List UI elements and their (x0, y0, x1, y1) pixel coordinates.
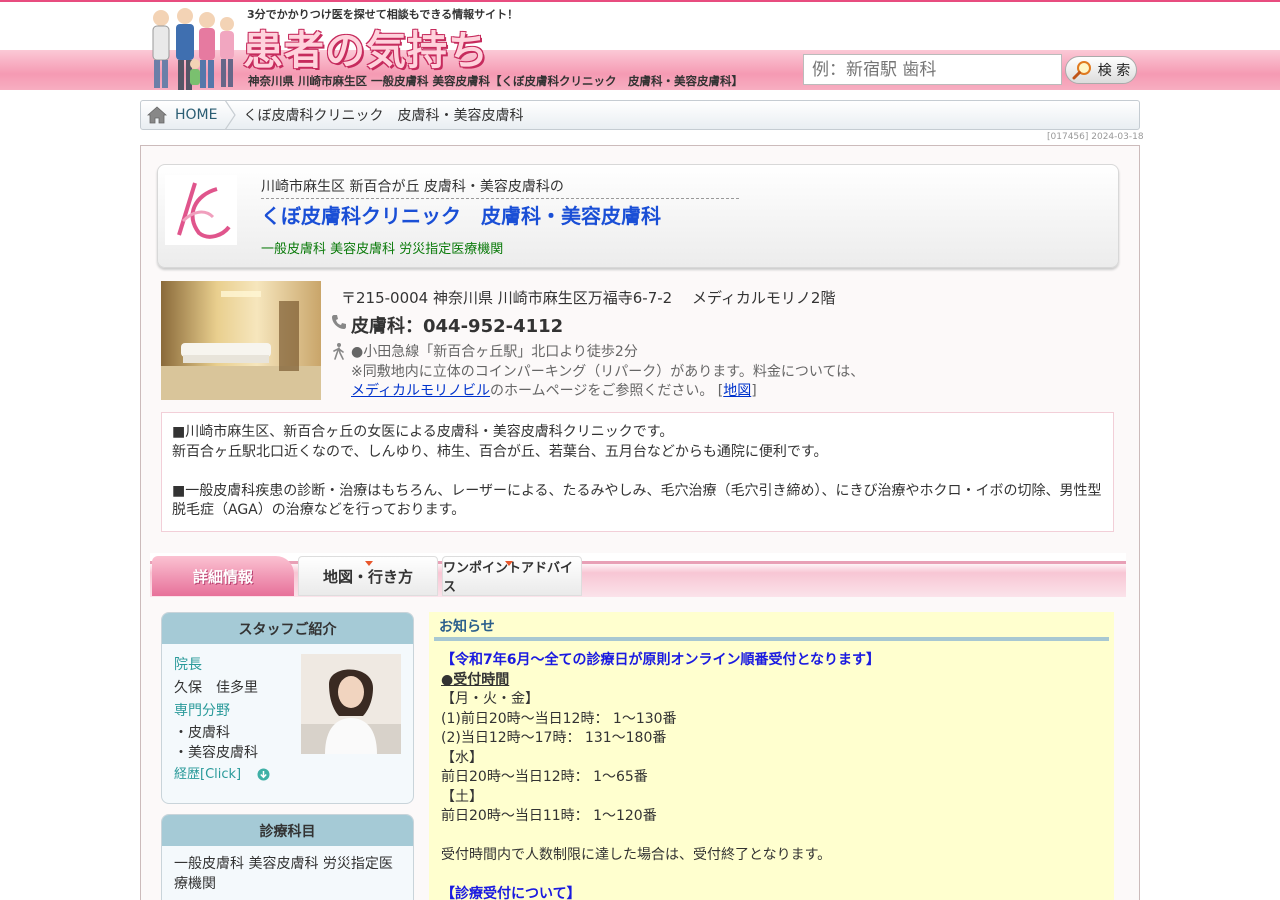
career-toggle[interactable]: 経歴[Click] (174, 763, 401, 786)
walking-person-icon (333, 343, 344, 360)
map-link[interactable]: 地図 (723, 383, 751, 399)
clinic-subtitle: 川崎市麻生区 新百合が丘 皮膚科・美容皮膚科の (261, 176, 739, 199)
news-line: (2)当日12時〜17時： 131〜180番 (441, 730, 667, 746)
departments-list: 一般皮膚科 美容皮膚科 労災指定医療機関 (174, 856, 393, 892)
news-line: 【水】 (441, 749, 483, 766)
home-icon (147, 106, 167, 124)
news-headline: 【令和7年6月〜全ての診療日が原則オンライン順番受付となります】 (441, 652, 881, 668)
clinic-access-info: ●小田急線「新百合ヶ丘駅」北口より徒歩2分 ※同敷地内に立体のコインパーキング（… (351, 343, 864, 402)
site-logo-text: 患者の気持ち (243, 28, 489, 74)
clinic-name: くぼ皮膚科クリニック 皮膚科・美容皮膚科 (261, 204, 661, 228)
tab-map-caret-icon (365, 561, 373, 566)
breadcrumb: HOME くぼ皮膚科クリニック 皮膚科・美容皮膚科 (140, 100, 1140, 130)
family-illustration-icon (152, 8, 234, 90)
tab-advice-caret-icon (505, 561, 513, 566)
magnifier-icon (1072, 61, 1091, 80)
news-reception-label: ●受付時間 (441, 671, 510, 688)
news-line: 【月・火・金】 (441, 691, 539, 707)
search-button-label: 検 索 (1097, 63, 1131, 79)
access-line-1: ●小田急線「新百合ヶ丘駅」北口より徒歩2分 (351, 344, 638, 360)
intro-paragraph-2: 新百合ヶ丘駅北口近くなので、しんゆり、柿生、百合が丘、若葉台、五月台などからも通… (172, 443, 828, 460)
search-input[interactable] (803, 54, 1062, 85)
access-line-3: のホームページをご参照ください。 [ (490, 383, 724, 399)
departments-box-title: 診療科目 (162, 815, 413, 846)
top-accent-line (0, 0, 1280, 2)
phone-icon (332, 315, 346, 329)
medical-morino-link[interactable]: メディカルモリノビル (351, 383, 490, 399)
header-breadcrumb: 神奈川県 川崎市麻生区 一般皮膚科 美容皮膚科【くぼ皮膚科クリニック 皮膚科・美… (248, 74, 744, 88)
clinic-logo (165, 175, 237, 245)
breadcrumb-current: くぼ皮膚科クリニック 皮膚科・美容皮膚科 (243, 108, 524, 124)
tab-details[interactable]: 詳細情報 (152, 556, 294, 596)
update-stamp: [017456] 2024-03-18 (1047, 132, 1144, 142)
news-line: (1)前日20時〜当日12時： 1〜130番 (441, 710, 677, 727)
clinic-interior-photo (161, 281, 321, 400)
news-subheading: 【診療受付について】 (441, 886, 581, 900)
news-title: お知らせ (434, 616, 1109, 641)
breadcrumb-home-label: HOME (175, 107, 218, 123)
access-line-2: ※同敷地内に立体のコインパーキング（リパーク）があります。料金については、 (351, 363, 865, 380)
intro-paragraph-3: ■一般皮膚科疾患の診断・治療はもちろん、レーザーによる、たるみやしみ、毛穴治療（… (172, 482, 1102, 519)
news-line: 前日20時〜当日11時： 1〜120番 (441, 808, 657, 824)
career-toggle-label: 経歴[Click] (174, 767, 242, 782)
tab-bar (150, 553, 1126, 597)
news-line: 【土】 (441, 788, 483, 805)
access-end: ] (751, 383, 757, 399)
clinic-phone: 皮膚科：044-952-4112 (351, 316, 564, 337)
news-line: 受付時間内で人数制限に達した場合は、受付終了となります。 (441, 847, 832, 863)
arrow-down-circle-icon (257, 768, 270, 781)
news-line: 前日20時〜当日12時： 1〜65番 (441, 769, 648, 785)
breadcrumb-home-link[interactable]: HOME (141, 101, 217, 129)
news-box: お知らせ 【令和7年6月〜全ての診療日が原則オンライン順番受付となります】 ●受… (429, 612, 1114, 900)
staff-introduction-box: スタッフご紹介 院長 久保 佳多里 専門分野 ・皮膚科 ・美容皮膚科 経歴[Cl… (161, 612, 414, 804)
clinic-introduction: ■川崎市麻生区、新百合ヶ丘の女医による皮膚科・美容皮膚科クリニックです。 新百合… (161, 412, 1114, 532)
clinic-tags: 一般皮膚科 美容皮膚科 労災指定医療機関 (261, 242, 504, 257)
clinic-address: 〒215-0004 神奈川県 川崎市麻生区万福寺6-7-2 メディカルモリノ2階 (341, 289, 836, 307)
director-photo (301, 654, 401, 754)
departments-box: 診療科目 一般皮膚科 美容皮膚科 労災指定医療機関 (161, 814, 414, 900)
search-button[interactable]: 検 索 (1065, 56, 1137, 84)
chevron-right-icon (224, 100, 237, 130)
staff-box-title: スタッフご紹介 (162, 613, 413, 644)
intro-paragraph-1: ■川崎市麻生区、新百合ヶ丘の女医による皮膚科・美容皮膚科クリニックです。 (172, 424, 674, 440)
tab-bar-line (150, 561, 1126, 564)
